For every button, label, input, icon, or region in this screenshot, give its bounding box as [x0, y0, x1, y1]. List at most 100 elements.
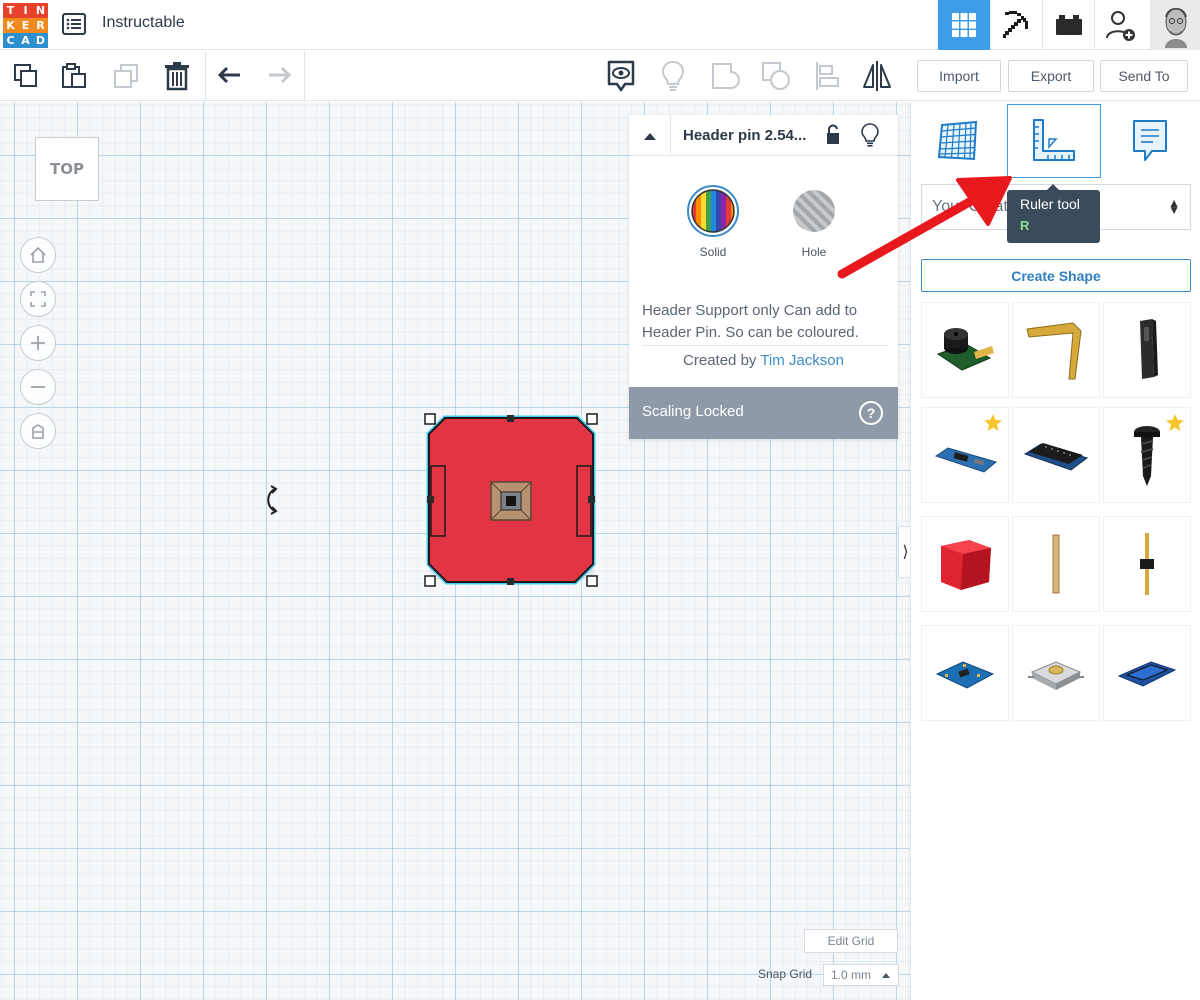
- arduino-nano-icon: [1023, 443, 1089, 471]
- edit-grid-button[interactable]: Edit Grid: [804, 929, 898, 953]
- ruler-tab[interactable]: [1007, 104, 1101, 178]
- create-shape-button[interactable]: Create Shape: [921, 259, 1191, 292]
- align-button[interactable]: [810, 59, 844, 93]
- ungroup-button[interactable]: [759, 59, 793, 93]
- solid-color-swatch: [687, 185, 739, 237]
- undo-button[interactable]: [213, 59, 247, 93]
- logo-letter: T: [3, 3, 18, 18]
- pickaxe-icon: [1002, 11, 1028, 38]
- send-to-button[interactable]: Send To: [1100, 60, 1188, 92]
- toolbar-divider: [304, 51, 305, 101]
- created-by-label: Created by: [683, 352, 757, 369]
- blue-pcb-board-icon: [934, 447, 998, 473]
- zoom-out-icon: [31, 386, 45, 388]
- scaling-locked-bar: Scaling Locked ?: [629, 387, 898, 439]
- add-user-button[interactable]: [1094, 0, 1146, 50]
- copy-button[interactable]: [9, 59, 43, 93]
- ruler-icon: [1033, 119, 1075, 161]
- shape-thumbnail-header-pin[interactable]: [1103, 516, 1191, 612]
- design-list-icon[interactable]: [62, 13, 86, 35]
- ortho-view-button[interactable]: [20, 413, 56, 449]
- lightbulb-icon[interactable]: [861, 123, 879, 147]
- redo-icon: [269, 66, 292, 84]
- blocks-button[interactable]: [990, 0, 1042, 50]
- straight-pin-icon: [1052, 534, 1060, 594]
- home-view-button[interactable]: [20, 237, 56, 273]
- shape-thumbnail-switch[interactable]: [1012, 625, 1100, 721]
- caret-up-icon: [882, 973, 890, 978]
- export-button[interactable]: Export: [1008, 60, 1094, 92]
- lcd-module-icon: [1117, 661, 1177, 687]
- shape-thumbnail-header-support[interactable]: [921, 516, 1009, 612]
- file-actions: Import Export Send To: [910, 51, 1200, 101]
- shape-thumbnail-pcb[interactable]: [921, 407, 1009, 503]
- logo-letter: I: [18, 3, 33, 18]
- delete-button[interactable]: [160, 59, 194, 93]
- chevron-right-icon: ⟩: [902, 544, 909, 561]
- sensor-board-icon: [935, 661, 995, 689]
- paste-button[interactable]: [57, 59, 91, 93]
- rotate-handle-icon[interactable]: [262, 485, 280, 515]
- shape-thumbnail-buzzer[interactable]: [921, 302, 1009, 398]
- shape-thumbnail-sensor[interactable]: [921, 625, 1009, 721]
- 3d-design-button[interactable]: [938, 0, 990, 50]
- author-link[interactable]: Tim Jackson: [760, 352, 844, 369]
- tinkercad-logo[interactable]: TINKERCAD: [3, 3, 48, 48]
- lightbulb-button[interactable]: [656, 59, 690, 93]
- notes-icon: [1133, 120, 1167, 161]
- shape-description: Header Support only Can add to Header Pi…: [642, 302, 859, 341]
- show-hide-icon: [607, 60, 635, 92]
- avatar[interactable]: [1150, 0, 1200, 50]
- ortho-icon: [32, 424, 44, 439]
- collapse-panel-tab[interactable]: ⟩: [898, 526, 910, 578]
- undo-icon: [217, 66, 240, 84]
- shape-thumbnail-arduino[interactable]: [1012, 407, 1100, 503]
- home-icon: [30, 246, 46, 263]
- redo-button[interactable]: [262, 59, 296, 93]
- hole-option[interactable]: Hole: [784, 185, 844, 259]
- logo-letter: D: [33, 33, 48, 48]
- shape-thumbnail-screw[interactable]: [1103, 407, 1191, 503]
- zoom-in-button[interactable]: [20, 325, 56, 361]
- workplane-tab[interactable]: [911, 104, 1005, 178]
- solid-label: Solid: [699, 245, 727, 259]
- unlock-icon[interactable]: [825, 124, 841, 146]
- align-icon: [816, 62, 839, 90]
- show-hide-button[interactable]: [604, 59, 638, 93]
- design-title[interactable]: Instructable: [102, 14, 185, 32]
- mirror-button[interactable]: [860, 59, 894, 93]
- inspector-header: Header pin 2.54...: [629, 115, 898, 156]
- logo-letter: R: [33, 18, 48, 33]
- inspector-collapse-button[interactable]: [629, 115, 671, 156]
- fit-view-button[interactable]: [20, 281, 56, 317]
- shape-creator: Created by Tim Jackson: [629, 352, 898, 369]
- solid-option[interactable]: Solid: [683, 185, 743, 259]
- zoom-out-button[interactable]: [20, 369, 56, 405]
- striped-hole-icon: [793, 190, 835, 232]
- shape-thumbnail-lcd[interactable]: [1103, 625, 1191, 721]
- view-cube[interactable]: TOP: [35, 137, 99, 201]
- snap-grid-value: 1.0 mm: [831, 968, 872, 982]
- duplicate-button[interactable]: [109, 59, 143, 93]
- snap-grid-select[interactable]: 1.0 mm: [823, 964, 899, 986]
- toolbar-divider: [205, 51, 206, 101]
- group-button[interactable]: [708, 59, 742, 93]
- tooltip-shortcut: R: [1020, 218, 1030, 233]
- help-icon[interactable]: ?: [859, 401, 883, 425]
- bricks-button[interactable]: [1042, 0, 1094, 50]
- shape-thumbnail-socket[interactable]: [1103, 302, 1191, 398]
- inspector-title: Header pin 2.54...: [683, 127, 807, 144]
- ruler-tool-tooltip: Ruler tool R: [1007, 184, 1100, 243]
- add-user-icon: [1105, 11, 1135, 41]
- selected-shape[interactable]: [423, 412, 599, 588]
- ungroup-icon: [762, 62, 790, 90]
- copy-icon: [14, 64, 37, 87]
- shape-thumbnail-bent-pin[interactable]: [1012, 302, 1100, 398]
- group-icon: [712, 63, 740, 89]
- tactile-switch-icon: [1028, 661, 1084, 690]
- shape-thumbnail-pin[interactable]: [1012, 516, 1100, 612]
- notes-tab[interactable]: [1103, 104, 1197, 178]
- header-pin-icon: [1140, 533, 1154, 595]
- import-button[interactable]: Import: [917, 60, 1001, 92]
- user-portrait-icon: [1151, 0, 1200, 50]
